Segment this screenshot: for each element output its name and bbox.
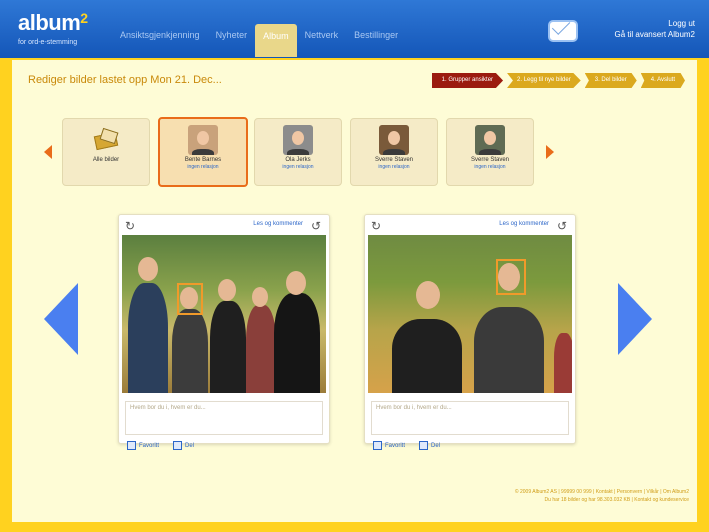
- relation-link[interactable]: ingen relasjon: [160, 164, 246, 170]
- checkbox-icon: [373, 441, 382, 450]
- footer-line-1: © 2009 Album2 AS | 99999 00 999 | Kontak…: [514, 489, 689, 495]
- person-name: Alle bilder: [92, 157, 120, 163]
- step-finish[interactable]: 4. Avslutt: [640, 73, 685, 88]
- relation-link[interactable]: ingen relasjon: [447, 164, 533, 170]
- face-detection-box[interactable]: [496, 259, 526, 295]
- footer: © 2009 Album2 AS | 99999 00 999 | Kontak…: [515, 488, 689, 504]
- nav-news[interactable]: Nyheter: [208, 24, 256, 50]
- people-strip: Alle bilder Bente Barnes ingen relasjon …: [42, 116, 662, 190]
- person-all-photos[interactable]: Alle bilder: [62, 118, 150, 186]
- photo-options: Favoritt Del: [373, 441, 567, 450]
- next-photo-arrow-icon[interactable]: [618, 283, 652, 355]
- person-card[interactable]: Sverre Staven ingen relasjon: [446, 118, 534, 186]
- photo[interactable]: [122, 235, 326, 393]
- photo[interactable]: [368, 235, 572, 393]
- person-thumbnail: [188, 125, 218, 155]
- person-card[interactable]: Bente Barnes ingen relasjon: [158, 117, 248, 187]
- photo-card: ↻ Les og kommenter ↺ Hvem bor du i, hvem…: [118, 214, 330, 450]
- favorite-checkbox[interactable]: Favoritt: [373, 441, 405, 450]
- editor-panel: Rediger bilder lastet opp Mon 21. Dec...…: [12, 60, 697, 522]
- logout-link[interactable]: Logg ut: [615, 18, 695, 29]
- photo-stack-icon: [91, 129, 121, 153]
- strip-prev-arrow-icon[interactable]: [44, 145, 52, 159]
- person-thumbnail: [475, 125, 505, 155]
- wizard-steps: 1. Grupper ansikter 2. Legg til nye bild…: [428, 73, 685, 88]
- step-add-photos[interactable]: 2. Legg til nye bilder: [507, 73, 581, 88]
- top-navigation-bar: album2 for ord-e-stemming Ansiktsgjenkje…: [0, 0, 709, 58]
- person-name: Sverre Staven: [374, 157, 414, 163]
- logo-suffix: 2: [80, 10, 88, 26]
- rotate-right-icon[interactable]: ↺: [557, 219, 567, 233]
- favorite-checkbox[interactable]: Favoritt: [127, 441, 159, 450]
- person-card[interactable]: Ola Jerks ingen relasjon: [254, 118, 342, 186]
- person-name: Ola Jerks: [285, 157, 311, 163]
- rotate-left-icon[interactable]: ↻: [371, 219, 381, 233]
- caption-input[interactable]: Hvem bor du i, hvem er du...: [371, 401, 569, 435]
- person-thumbnail: [379, 125, 409, 155]
- nav-albums[interactable]: Album: [255, 24, 297, 57]
- step-share-photos[interactable]: 3. Del bilder: [584, 73, 637, 88]
- checkbox-icon: [419, 441, 429, 450]
- rotate-right-icon[interactable]: ↺: [311, 219, 321, 233]
- advanced-album-link[interactable]: Gå til avansert Album2: [615, 29, 695, 40]
- comment-link[interactable]: Les og kommenter: [253, 221, 303, 227]
- checkbox-icon: [173, 441, 183, 450]
- nav-orders[interactable]: Bestillinger: [346, 24, 406, 50]
- comment-link[interactable]: Les og kommenter: [499, 221, 549, 227]
- mail-icon[interactable]: [548, 20, 578, 42]
- strip-next-arrow-icon[interactable]: [546, 145, 554, 159]
- person-name: Bente Barnes: [184, 157, 222, 163]
- user-links: Logg ut Gå til avansert Album2: [615, 18, 695, 40]
- main-nav: Ansiktsgjenkjenning Nyheter Album Nettve…: [112, 24, 406, 57]
- rotate-left-icon[interactable]: ↻: [125, 219, 135, 233]
- album2-logo[interactable]: album2: [18, 10, 88, 36]
- relation-link[interactable]: ingen relasjon: [351, 164, 437, 170]
- page-title: Rediger bilder lastet opp Mon 21. Dec...: [28, 74, 222, 86]
- person-thumbnail: [283, 125, 313, 155]
- tagline: for ord-e-stemming: [18, 39, 78, 46]
- person-name: Sverre Staven: [470, 157, 510, 163]
- footer-line-2: Du har 18 bilder og har 98.303.032 KB | …: [544, 497, 689, 503]
- face-detection-box[interactable]: [177, 283, 203, 315]
- previous-photo-arrow-icon[interactable]: [44, 283, 78, 355]
- photo-options: Favoritt Del: [127, 441, 321, 450]
- caption-input[interactable]: Hvem bor du i, hvem er du...: [125, 401, 323, 435]
- nav-face-recognition[interactable]: Ansiktsgjenkjenning: [112, 24, 208, 50]
- logo-text: album: [18, 10, 81, 35]
- nav-network[interactable]: Nettverk: [297, 24, 347, 50]
- person-card[interactable]: Sverre Staven ingen relasjon: [350, 118, 438, 186]
- step-group-faces[interactable]: 1. Grupper ansikter: [431, 73, 504, 88]
- share-checkbox[interactable]: Del: [419, 441, 440, 450]
- photo-card: ↻ Les og kommenter ↺ Hvem bor du i, hvem…: [364, 214, 576, 450]
- checkbox-icon: [127, 441, 136, 450]
- share-checkbox[interactable]: Del: [173, 441, 194, 450]
- relation-link[interactable]: ingen relasjon: [255, 164, 341, 170]
